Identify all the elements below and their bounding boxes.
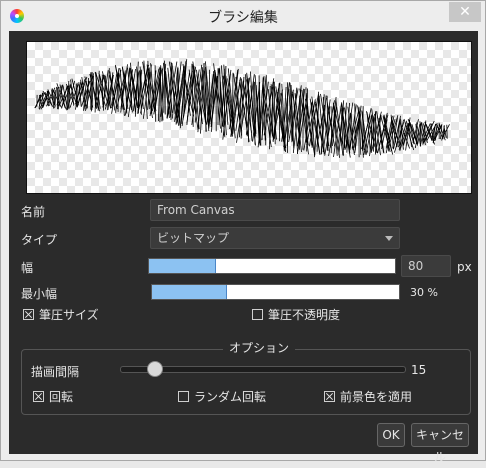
close-button[interactable]: ✕: [449, 2, 481, 22]
brush-stroke-preview: [27, 42, 471, 193]
bristle-mark: [48, 91, 49, 106]
pressure-size-checkbox[interactable]: [23, 309, 34, 320]
bristle-mark: [98, 71, 99, 111]
fg-color-checkbox[interactable]: [324, 391, 335, 402]
spacing-label: 描画間隔: [31, 363, 79, 380]
random-rotate-checkbox[interactable]: [178, 391, 189, 402]
random-rotate-label: ランダム回転: [194, 388, 266, 405]
spacing-value: 15: [411, 363, 426, 377]
pressure-opacity-checkbox[interactable]: [252, 309, 263, 320]
pressure-opacity-label: 筆圧不透明度: [268, 306, 340, 323]
type-select-value: ビットマップ: [157, 231, 229, 245]
bristle-mark: [371, 114, 372, 153]
name-label: 名前: [21, 203, 45, 220]
min-width-label: 最小幅: [21, 285, 57, 302]
pressure-size-label: 筆圧サイズ: [39, 306, 99, 323]
options-group-title: オプション: [223, 339, 295, 356]
type-select[interactable]: ビットマップ: [150, 227, 400, 249]
min-width-slider-fill: [152, 285, 227, 299]
cancel-button[interactable]: キャンセル: [411, 423, 469, 447]
title-bar[interactable]: ブラシ編集 ✕: [1, 1, 485, 31]
width-value-input[interactable]: 80: [401, 255, 451, 277]
min-width-value: 30 %: [410, 286, 438, 299]
bristle-mark: [69, 85, 70, 109]
fg-color-label: 前景色を適用: [340, 388, 412, 405]
width-label: 幅: [21, 259, 33, 276]
name-input[interactable]: From Canvas: [150, 199, 400, 221]
brush-edit-dialog: ブラシ編集 ✕ 名前 From Canvas タイプ ビットマップ 幅 80 p…: [0, 0, 486, 461]
spacing-slider-track[interactable]: [120, 366, 406, 373]
spacing-slider-handle[interactable]: [147, 361, 163, 377]
width-unit: px: [457, 260, 472, 274]
bristle-mark: [102, 75, 103, 105]
min-width-slider[interactable]: [151, 284, 400, 300]
type-label: タイプ: [21, 231, 57, 248]
width-slider-fill: [149, 259, 216, 273]
chevron-down-icon: [385, 236, 393, 241]
rotate-label: 回転: [49, 388, 73, 405]
options-group: [21, 349, 471, 415]
width-slider[interactable]: [148, 258, 396, 274]
bristle-mark: [166, 71, 171, 117]
brush-preview: [26, 41, 472, 194]
ok-button[interactable]: OK: [377, 423, 405, 447]
window-title: ブラシ編集: [1, 7, 485, 27]
rotate-checkbox[interactable]: [33, 391, 44, 402]
